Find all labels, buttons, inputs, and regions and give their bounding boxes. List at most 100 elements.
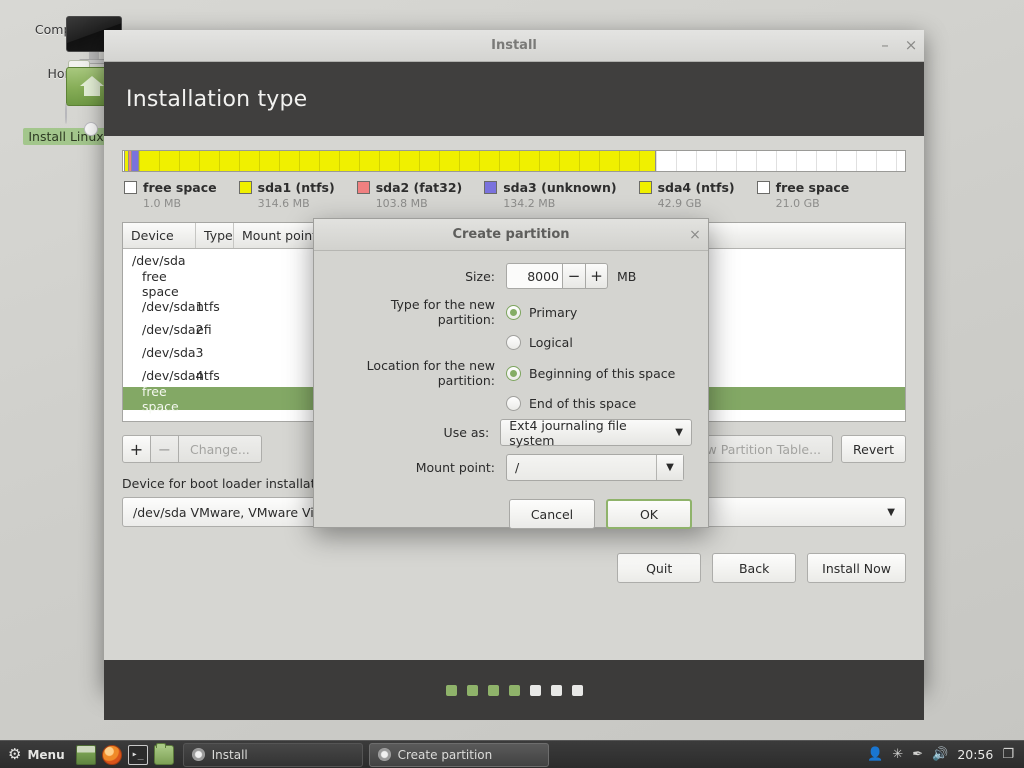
legend-swatch	[638, 181, 652, 194]
chevron-down-icon: ▼	[887, 506, 895, 518]
chevron-down-icon[interactable]: ▼	[656, 455, 683, 480]
radio-unselected-icon	[506, 335, 521, 350]
radio-type-logical[interactable]: Logical	[506, 335, 573, 350]
remove-partition-button: −	[150, 435, 179, 463]
partition-usage-bar[interactable]	[122, 150, 906, 172]
legend-size: 314.6 MB	[257, 197, 310, 210]
cell-device: /dev/sda2	[142, 322, 204, 337]
legend-size: 103.8 MB	[375, 197, 428, 210]
legend-item: free space 1.0 MB	[124, 180, 217, 210]
progress-dot	[466, 684, 478, 696]
change-partition-button: Change...	[178, 435, 262, 463]
radio-location-beginning[interactable]: Beginning of this space	[506, 365, 676, 381]
table-column-header[interactable]: Type	[196, 223, 234, 248]
minimize-icon[interactable]: –	[872, 33, 898, 59]
type-row: Type for the new partition: Primary	[330, 297, 692, 327]
revert-button[interactable]: Revert	[841, 435, 906, 463]
taskbar-window-install[interactable]: Install	[182, 742, 363, 767]
progress-dot	[571, 684, 583, 696]
dialog-close-icon[interactable]: ×	[682, 227, 708, 243]
radio-label: Primary	[529, 304, 578, 320]
progress-dot	[550, 684, 562, 696]
location-row: Location for the new partition: Beginnin…	[330, 358, 692, 388]
installer-footer	[104, 660, 924, 720]
legend-size: 134.2 MB	[503, 197, 556, 210]
cell-type: ntfs	[196, 299, 220, 314]
use-as-label: Use as:	[443, 425, 490, 440]
network-icon[interactable]: ✒	[912, 747, 923, 762]
radio-selected-icon	[506, 304, 521, 320]
use-as-value: Ext4 journaling file system	[509, 417, 627, 448]
use-as-select[interactable]: Ext4 journaling file system ▼	[500, 417, 692, 448]
dialog-titlebar: Create partition ×	[314, 219, 708, 251]
dialog-title: Create partition	[452, 227, 570, 242]
mount-point-combo[interactable]: / ▼	[506, 454, 684, 481]
legend-label: sda1 (ntfs)	[257, 180, 335, 195]
cancel-button[interactable]: Cancel	[509, 499, 595, 529]
size-label: Size:	[465, 268, 495, 284]
clock[interactable]: 20:56	[957, 747, 993, 762]
legend-swatch	[756, 181, 770, 194]
cell-device: free space	[142, 268, 179, 299]
cd-disc-icon	[65, 103, 67, 124]
menu-button[interactable]: ⚙ Menu	[4, 743, 73, 767]
table-column-header[interactable]: Device	[123, 223, 196, 248]
wizard-buttons: Quit Back Install Now	[122, 553, 906, 583]
file-manager-icon[interactable]	[153, 742, 174, 765]
gear-icon: ⚙	[8, 745, 22, 763]
legend-swatch	[238, 181, 252, 194]
partition-segment[interactable]	[132, 151, 140, 171]
partition-segment[interactable]	[655, 151, 905, 171]
installer-header: Installation type	[104, 62, 924, 136]
radio-label: Logical	[529, 335, 573, 350]
back-button[interactable]: Back	[712, 553, 797, 583]
radio-location-end[interactable]: End of this space	[506, 396, 636, 411]
user-icon[interactable]: 👤	[867, 747, 883, 762]
disc-icon	[191, 748, 205, 761]
radio-type-primary[interactable]: Primary	[506, 304, 578, 320]
legend-label: sda2 (fat32)	[375, 180, 463, 195]
partition-segment[interactable]	[139, 151, 656, 171]
use-as-row: Use as: Ext4 journaling file system ▼	[330, 417, 692, 448]
size-increment-button[interactable]: +	[585, 263, 608, 289]
legend-label: sda3 (unknown)	[503, 180, 617, 195]
page-title: Installation type	[126, 86, 308, 112]
legend-label: free space	[143, 180, 217, 195]
legend-item: sda2 (fat32) 103.8 MB	[356, 180, 463, 210]
quit-button[interactable]: Quit	[617, 553, 702, 583]
size-input[interactable]	[506, 263, 562, 289]
window-titlebar: Install – ×	[104, 30, 924, 62]
progress-dot	[445, 684, 457, 696]
legend-item: sda1 (ntfs) 314.6 MB	[238, 180, 335, 210]
dialog-actions: Cancel OK	[314, 489, 708, 529]
progress-dot	[508, 684, 520, 696]
radio-label: Beginning of this space	[529, 365, 676, 381]
partition-legend: free space 1.0 MB sda1 (ntfs) 314.6 MB sda2 …	[122, 172, 906, 210]
bluetooth-icon[interactable]: ✳	[892, 747, 903, 762]
install-now-button[interactable]: Install Now	[807, 553, 906, 583]
show-desktop-icon[interactable]	[75, 744, 96, 765]
progress-dot	[529, 684, 541, 696]
size-row: Size: − + MB	[330, 263, 692, 289]
legend-swatch	[484, 181, 498, 194]
workspace-switcher-icon[interactable]: ❐	[1002, 747, 1014, 762]
legend-label: sda4 (ntfs)	[657, 180, 735, 195]
cell-device: /dev/sda4	[142, 368, 204, 383]
close-icon[interactable]: ×	[898, 33, 924, 59]
terminal-icon[interactable]: ▸_	[127, 744, 148, 765]
add-partition-button[interactable]: +	[122, 435, 151, 463]
create-partition-dialog: Create partition × Size: − + MB Type for…	[313, 218, 709, 529]
volume-icon[interactable]: 🔊	[932, 747, 948, 762]
taskbar-window-create-partition[interactable]: Create partition	[368, 742, 549, 767]
firefox-icon[interactable]	[101, 744, 122, 765]
window-title: Install	[491, 38, 537, 53]
type-label: Type for the new partition:	[390, 297, 495, 327]
legend-size: 1.0 MB	[143, 197, 182, 210]
size-stepper[interactable]: − +	[506, 263, 608, 289]
menu-label: Menu	[27, 747, 65, 762]
ok-button[interactable]: OK	[606, 499, 692, 529]
size-decrement-button[interactable]: −	[562, 263, 585, 289]
cell-device: /dev/sda	[132, 253, 186, 268]
cell-type: efi	[196, 322, 212, 337]
legend-item: free space 21.0 GB	[756, 180, 849, 210]
